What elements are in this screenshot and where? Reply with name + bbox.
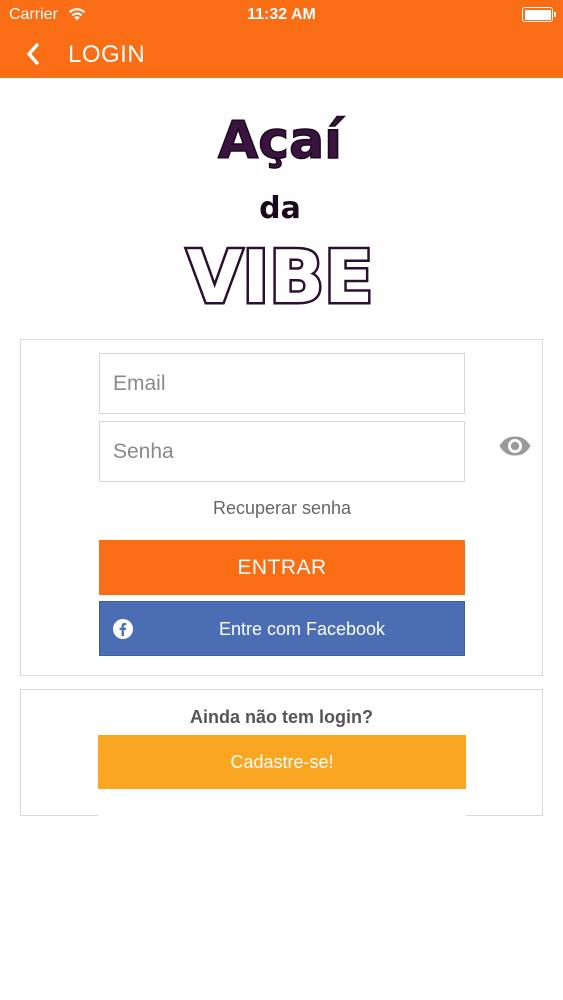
eye-icon[interactable]	[498, 435, 532, 457]
battery-icon	[522, 7, 556, 22]
login-button[interactable]: ENTRAR	[99, 540, 465, 595]
logo-line-acai: Açaí	[218, 111, 345, 171]
navigation-bar: LOGIN	[0, 30, 563, 78]
email-field[interactable]	[99, 353, 465, 414]
chevron-left-icon[interactable]	[20, 40, 48, 68]
clock: 11:32 AM	[247, 6, 316, 23]
recover-password-link[interactable]: Recuperar senha	[99, 498, 465, 519]
signup-button[interactable]: Cadastre-se!	[98, 735, 466, 789]
status-bar: Carrier 11:32 AM	[0, 0, 563, 30]
login-card: Recuperar senha ENTRAR Entre com Faceboo…	[20, 339, 543, 676]
facebook-icon	[113, 619, 133, 639]
logo-line-da: da	[259, 191, 301, 226]
facebook-login-button[interactable]: Entre com Facebook	[99, 601, 465, 656]
page-title: LOGIN	[68, 41, 146, 68]
facebook-button-label: Entre com Facebook	[218, 619, 386, 639]
brand-logo: Açaí da VIBE	[184, 110, 376, 320]
signup-card: Ainda não tem login? Cadastre-se!	[20, 689, 543, 817]
signup-button-shadow-area	[98, 789, 466, 817]
logo-line-vibe: VIBE	[187, 235, 374, 319]
top-bar: Carrier 11:32 AM LOGIN	[0, 0, 563, 78]
password-field[interactable]	[99, 421, 465, 482]
signup-prompt: Ainda não tem login?	[190, 707, 373, 727]
